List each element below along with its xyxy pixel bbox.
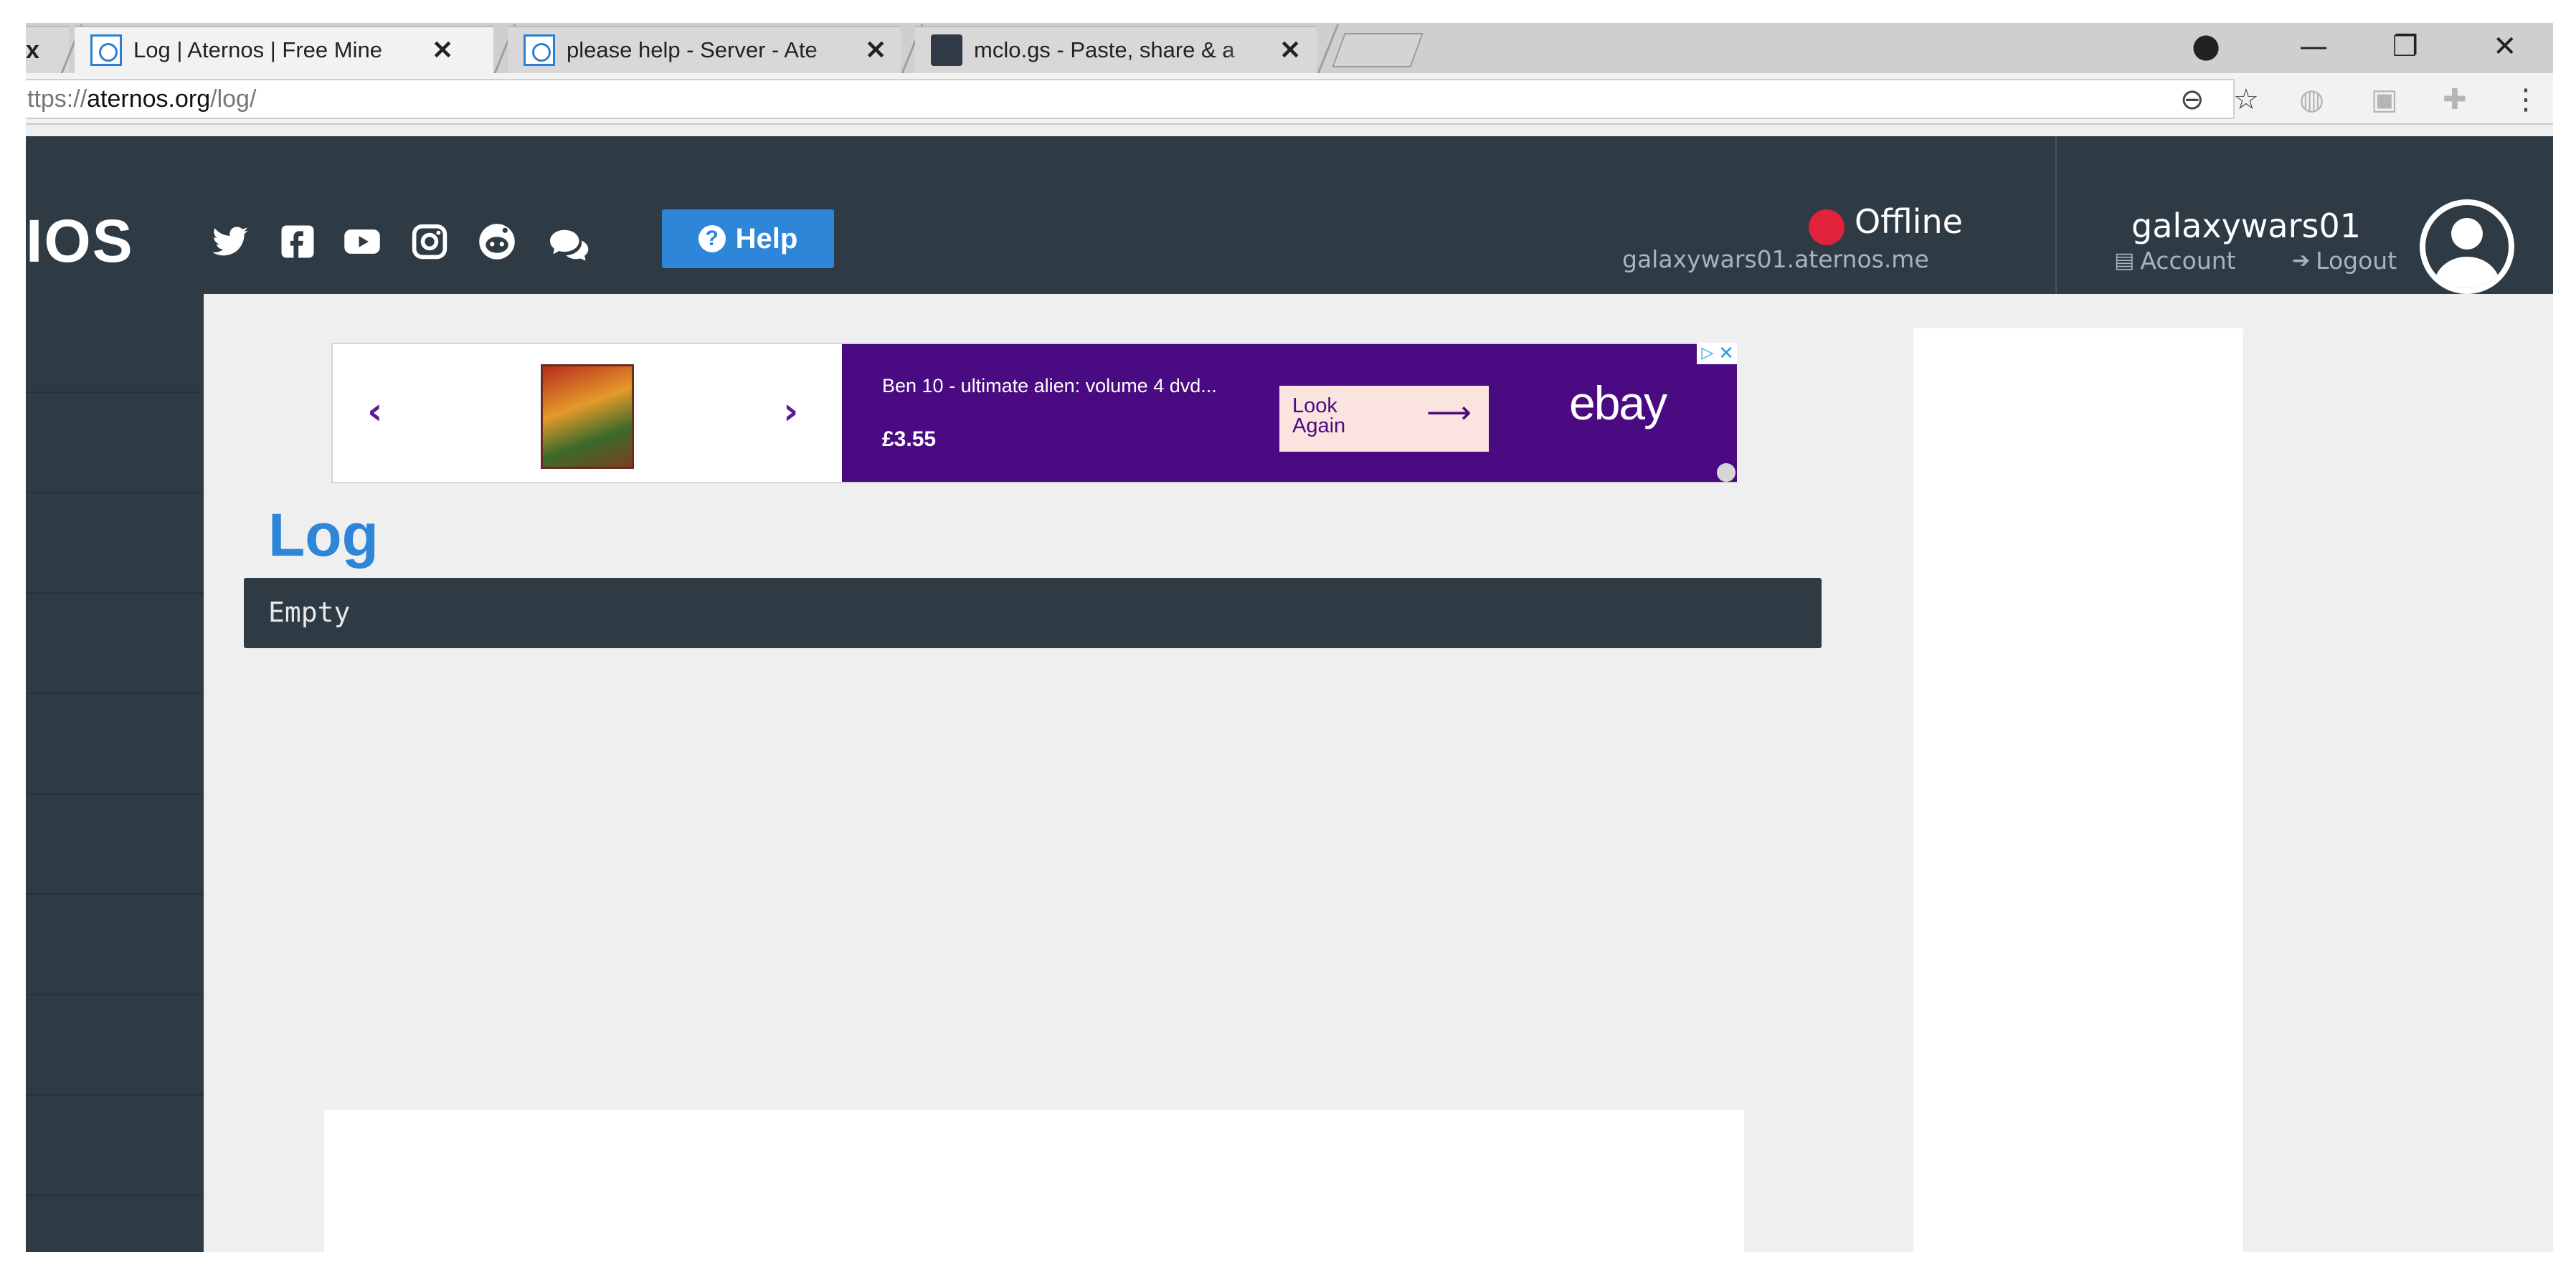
ad-panel[interactable]: Ben 10 - ultimate alien: volume 4 dvd...… — [842, 343, 1737, 482]
help-label: Help — [735, 222, 798, 255]
ad-product-image[interactable] — [541, 364, 634, 469]
close-icon[interactable]: ✕ — [1279, 35, 1301, 65]
aternos-favicon-icon — [90, 34, 122, 66]
username: galaxywars01 — [2131, 206, 2362, 245]
extension-icon[interactable]: ◍ — [2299, 83, 2324, 116]
status-offline-icon — [1809, 209, 1845, 245]
tab-title: mclo.gs - Paste, share & a — [974, 37, 1235, 62]
server-address: galaxywars01.aternos.me — [1622, 245, 1929, 273]
mclo-favicon-icon — [931, 34, 962, 66]
account-label: Account — [2140, 247, 2236, 275]
close-icon[interactable]: ✕ — [432, 35, 453, 65]
help-icon: ? — [698, 225, 726, 252]
zoom-icon[interactable]: ⊖ — [2180, 83, 2205, 116]
logout-link[interactable]: ➔ Logout — [2292, 247, 2397, 275]
arrow-right-icon: ⟶ — [1426, 395, 1472, 430]
sidebar — [26, 294, 204, 1252]
ad-look-again-button[interactable]: Look Again ⟶ — [1279, 386, 1489, 452]
sidebar-item[interactable] — [26, 495, 204, 594]
sidebar-item[interactable] — [26, 294, 204, 393]
sidebar-item[interactable] — [26, 1197, 204, 1252]
page-title: Log — [268, 501, 379, 569]
close-icon[interactable]: x — [26, 37, 39, 65]
tab-mclo-gs[interactable]: mclo.gs - Paste, share & a ✕ — [915, 26, 1317, 73]
sidebar-item[interactable] — [26, 595, 204, 694]
youtube-icon[interactable] — [341, 222, 383, 261]
ad-placeholder — [324, 1110, 1744, 1252]
sidebar-item[interactable] — [26, 896, 204, 995]
restore-button[interactable]: ❐ — [2392, 30, 2418, 63]
tab-log-aternos[interactable]: Log | Aternos | Free Mine ✕ — [75, 26, 493, 73]
sidebar-ad-placeholder — [1913, 328, 2243, 1252]
sidebar-item[interactable] — [26, 796, 204, 895]
chat-icon[interactable] — [546, 225, 592, 264]
url-scheme: ttps:// — [27, 85, 87, 113]
url-host: aternos.org — [87, 85, 211, 113]
header-divider — [2055, 136, 2057, 294]
url-input[interactable]: ttps://aternos.org/log/ — [26, 79, 2235, 119]
aternos-favicon-icon — [524, 34, 555, 66]
browser-window: x Log | Aternos | Free Mine ✕ please hel… — [26, 23, 2553, 1252]
twitter-icon[interactable] — [209, 222, 251, 261]
sidebar-item[interactable] — [26, 394, 204, 493]
url-path: /log/ — [210, 85, 257, 113]
minimize-button[interactable]: — — [2299, 30, 2328, 63]
id-card-icon: ▤ — [2114, 248, 2135, 273]
aternos-logo[interactable]: IOS — [26, 206, 134, 276]
sidebar-item[interactable] — [26, 1097, 204, 1196]
close-icon[interactable]: ✕ — [1715, 343, 1737, 364]
facebook-icon[interactable] — [277, 222, 318, 261]
extension-icon[interactable]: ▣ — [2371, 83, 2398, 116]
bookmark-star-icon[interactable]: ☆ — [2233, 83, 2259, 116]
logout-label: Logout — [2316, 247, 2397, 275]
help-button[interactable]: ? Help — [662, 209, 834, 268]
address-bar: ttps://aternos.org/log/ ⊖ ☆ ◍ ▣ ✚ ⋮ — [26, 73, 2553, 125]
profile-icon[interactable]: ● — [2192, 26, 2220, 65]
ebay-logo[interactable]: ebay — [1569, 376, 1667, 430]
ad-product-title[interactable]: Ben 10 - ultimate alien: volume 4 dvd... — [882, 374, 1269, 397]
instagram-icon[interactable] — [409, 222, 450, 261]
tab-strip: x Log | Aternos | Free Mine ✕ please hel… — [26, 23, 2553, 73]
logout-icon: ➔ — [2292, 248, 2311, 273]
close-window-button[interactable]: ✕ — [2493, 30, 2517, 63]
server-status: Offline — [1855, 202, 1963, 241]
tab-title: please help - Server - Ate — [567, 37, 818, 62]
ad-price: £3.55 — [882, 427, 937, 451]
ad-cta-label: Look Again — [1292, 394, 1346, 437]
ad-next-button[interactable]: › — [783, 390, 798, 433]
sidebar-item[interactable] — [26, 695, 204, 794]
tab-title: Log | Aternos | Free Mine — [133, 37, 382, 62]
reddit-icon[interactable] — [476, 222, 518, 261]
menu-icon[interactable]: ⋮ — [2511, 83, 2540, 116]
log-output: Empty — [244, 578, 1822, 648]
account-link[interactable]: ▤ Account — [2114, 247, 2236, 275]
ad-prev-button[interactable]: ‹ — [367, 390, 382, 433]
avatar[interactable] — [2420, 199, 2514, 294]
ad-banner[interactable]: ‹ › Ben 10 - ultimate alien: volume 4 dv… — [331, 343, 1737, 483]
new-tab-button[interactable] — [1332, 33, 1424, 67]
tab-please-help[interactable]: please help - Server - Ate ✕ — [508, 26, 901, 73]
ad-info-icon[interactable] — [1717, 463, 1736, 482]
puzzle-icon[interactable]: ✚ — [2443, 83, 2467, 116]
close-icon[interactable]: ✕ — [865, 35, 886, 65]
sidebar-item[interactable] — [26, 997, 204, 1096]
